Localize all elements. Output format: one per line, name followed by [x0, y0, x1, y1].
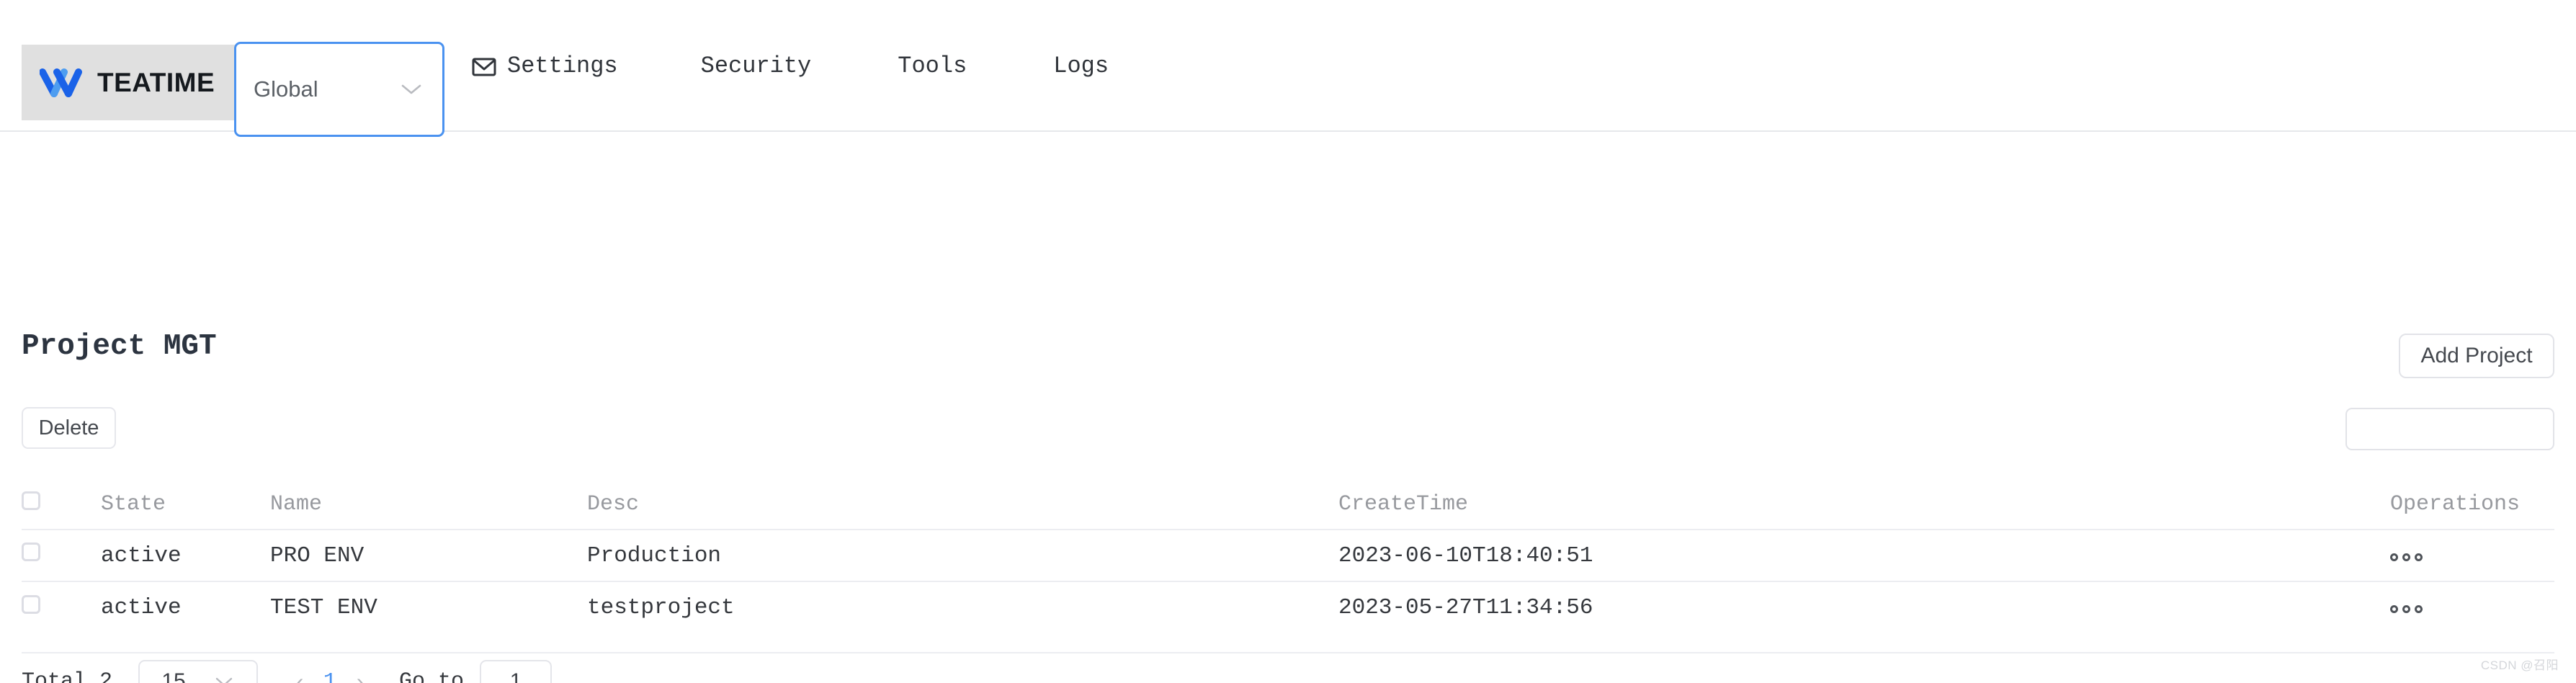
- pager-prev-icon[interactable]: ‹: [285, 660, 314, 683]
- nav-item-settings-label: Settings: [507, 53, 618, 79]
- more-dots-icon[interactable]: [2390, 553, 2423, 561]
- cell-createtime: 2023-05-27T11:34:56: [1338, 595, 1593, 620]
- scope-select-value: Global: [254, 76, 318, 102]
- pager-page-1[interactable]: 1: [314, 660, 346, 683]
- pager-goto-label: Go to: [399, 669, 465, 683]
- cell-state: active: [101, 595, 182, 620]
- cell-desc: testproject: [587, 595, 735, 620]
- row-select-cell: [22, 530, 101, 581]
- page-size-value: 15: [161, 669, 186, 683]
- pager-next-icon[interactable]: ›: [346, 660, 375, 683]
- scope-select[interactable]: Global: [234, 42, 444, 137]
- column-header-createtime[interactable]: CreateTime: [1338, 479, 2390, 530]
- cell-operations: [2390, 530, 2554, 581]
- project-table: State Name Desc CreateTime Operations ac…: [22, 479, 2554, 633]
- table-header-row: State Name Desc CreateTime Operations: [22, 479, 2554, 530]
- pager-goto-input[interactable]: [480, 660, 553, 683]
- row-select-cell: [22, 581, 101, 633]
- nav-item-tools-label: Tools: [898, 53, 967, 79]
- column-header-name[interactable]: Name: [270, 479, 587, 530]
- column-header-operations: Operations: [2390, 491, 2521, 517]
- nav-item-security-label: Security: [700, 53, 812, 79]
- chevron-down-icon: [213, 675, 235, 683]
- row-checkbox[interactable]: [22, 543, 40, 561]
- table-body: active PRO ENV Production 2023-06-10T18:…: [22, 530, 2554, 633]
- cell-operations: [2390, 581, 2554, 633]
- cell-name-link[interactable]: PRO ENV: [270, 530, 587, 581]
- cell-state: active: [101, 543, 182, 568]
- mail-icon: [472, 55, 496, 77]
- page-size-select[interactable]: 15: [138, 660, 259, 683]
- chevron-down-icon: [401, 83, 422, 96]
- page-title: Project MGT: [22, 330, 217, 363]
- brand-name: TEATIME: [97, 67, 215, 97]
- nav-item-logs[interactable]: Logs: [1053, 0, 1109, 132]
- select-all-header: [22, 479, 101, 530]
- more-dots-icon[interactable]: [2390, 605, 2423, 613]
- row-checkbox[interactable]: [22, 594, 40, 614]
- add-project-button[interactable]: Add Project: [2399, 334, 2554, 378]
- pagination-total: Total 2: [22, 669, 113, 683]
- cell-desc: Production: [587, 543, 722, 568]
- nav-item-settings[interactable]: Settings: [468, 0, 618, 132]
- cell-createtime: 2023-06-10T18:40:51: [1338, 543, 1593, 568]
- teatime-logo-icon: [40, 68, 84, 98]
- nav-item-security[interactable]: Security: [701, 0, 812, 132]
- column-header-state[interactable]: State: [101, 479, 270, 530]
- column-header-desc[interactable]: Desc: [587, 479, 1338, 530]
- app-header: TEATIME Global Settings Security Tools L…: [0, 0, 2576, 137]
- main-nav: Settings Security Tools Logs: [468, 0, 1109, 132]
- nav-item-logs-label: Logs: [1053, 53, 1109, 79]
- nav-item-tools[interactable]: Tools: [898, 0, 967, 132]
- table-row: active PRO ENV Production 2023-06-10T18:…: [22, 530, 2554, 581]
- select-all-checkbox[interactable]: [22, 491, 40, 510]
- table-head: State Name Desc CreateTime Operations: [22, 479, 2554, 530]
- delete-button[interactable]: Delete: [22, 407, 116, 449]
- search-input[interactable]: [2345, 408, 2554, 450]
- watermark: CSDN @召阳: [2480, 659, 2559, 672]
- pagination: Total 2 15 ‹ 1 › Go to: [22, 652, 2554, 683]
- brand-block: TEATIME: [22, 45, 238, 120]
- table-row: active TEST ENV testproject 2023-05-27T1…: [22, 581, 2554, 633]
- cell-name-link[interactable]: TEST ENV: [270, 581, 587, 633]
